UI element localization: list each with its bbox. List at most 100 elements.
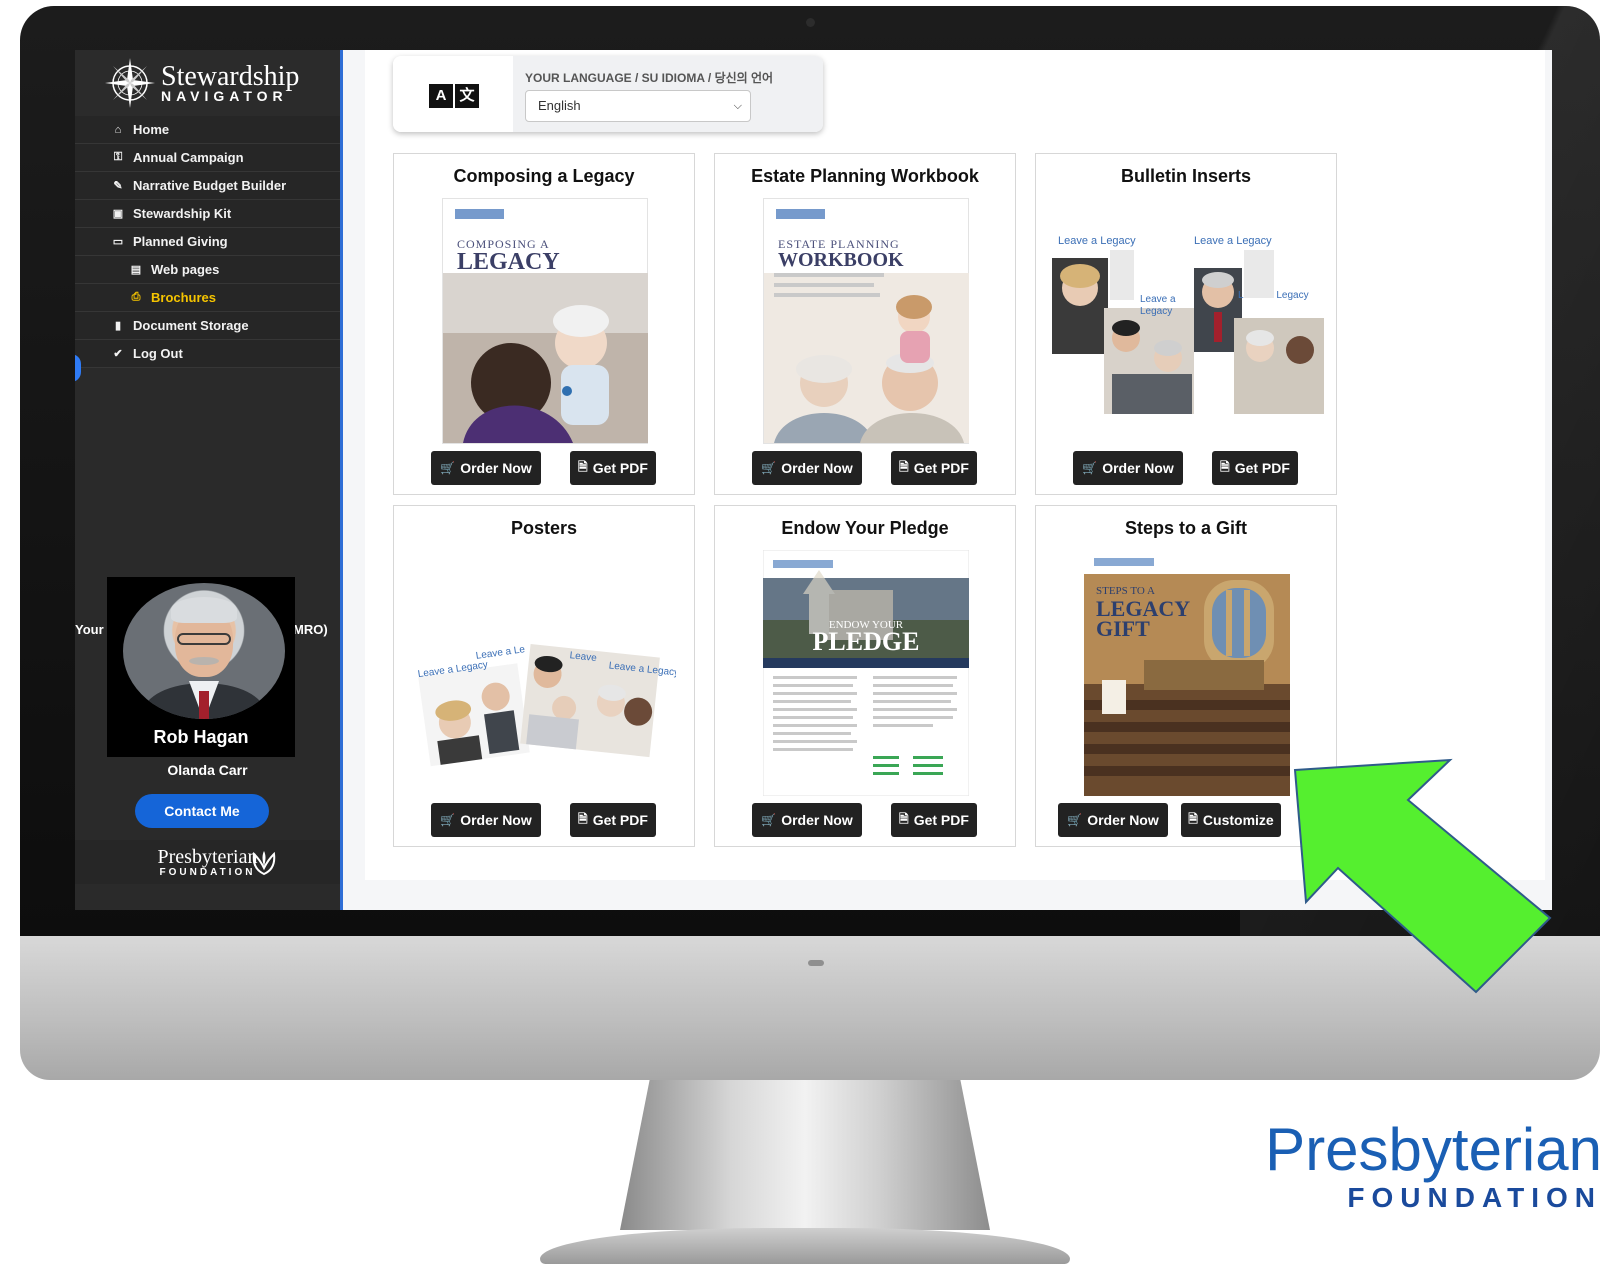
camera-dot (806, 18, 815, 27)
sidebar-item-label: Annual Campaign (133, 150, 244, 165)
cover-title-large: PLEDGE (813, 627, 920, 656)
cart-icon: 🛒 (761, 461, 777, 475)
profile-subname: Olanda Carr (167, 762, 248, 778)
card-title: Posters (510, 518, 578, 538)
home-icon: ⌂ (114, 123, 122, 136)
customize-button[interactable]: 🗎 Customize (1181, 803, 1281, 837)
card-title: Steps to a Gift (1124, 518, 1247, 538)
avatar (123, 583, 285, 719)
language-select[interactable]: English ⌵ (525, 90, 751, 122)
sidebar: Stewardship NAVIGATOR ⌂ Home ⚿ Annual Camp… (75, 50, 340, 910)
pdf-file-icon: 🗎 (578, 811, 588, 826)
sidebar-item-label: Brochures (151, 290, 217, 305)
cover-title-large: WORKBOOK (778, 249, 904, 271)
pdf-file-icon: 🗎 (1188, 811, 1198, 826)
brochure-card-estate-planning-workbook: Estate Planning Workbook ESTATE PLANNING… (714, 153, 1016, 495)
insert-caption-1: Leave a Legacy (1058, 235, 1136, 247)
card-title: Endow Your Pledge (781, 518, 949, 538)
order-now-button[interactable]: 🛒 Order Now (1073, 451, 1183, 485)
bulletin-inserts-image[interactable]: Leave a Legacy Leave a Legacy Leave a Le… (1048, 198, 1328, 444)
sidebar-item-label: Home (133, 122, 170, 137)
insert-caption-2: Leave a Legacy (1194, 235, 1272, 247)
cart-icon: 🛒 (440, 461, 456, 475)
brochure-cover-image[interactable]: ESTATE PLANNING WORKBOOK (763, 198, 969, 444)
cart-icon: 🛒 (761, 813, 777, 827)
shield-check-icon: ✔ (113, 348, 123, 360)
posters-image[interactable]: Leave a Legacy Leave a Le Leave Leave a … (414, 550, 676, 796)
get-pdf-button[interactable]: 🗎 Get PDF (891, 803, 977, 837)
watermark-line1: Presbyterian (1265, 1116, 1602, 1183)
brochure-cover-image[interactable]: STEPS TO A LEGACY GIFT (1084, 550, 1290, 796)
bookmark-icon: ▮ (114, 320, 122, 332)
green-arrow-annotation (1293, 758, 1552, 994)
sidebar-foundation-logo[interactable]: Presbyterian FOUNDATION (75, 840, 340, 884)
sidebar-item-home[interactable]: ⌂ Home (75, 116, 340, 144)
sidebar-item-document-storage[interactable]: ▮ Document Storage (75, 312, 340, 340)
calendar-icon: ▭ (112, 236, 124, 248)
brochure-card-composing-a-legacy: Composing a Legacy COMPOSING A LEGACY 🛒 … (393, 153, 695, 495)
cart-icon: 🛒 (1082, 461, 1098, 475)
sidebar-item-narrative-budget-builder[interactable]: ✎ Narrative Budget Builder (75, 172, 340, 200)
sidebar-item-log-out[interactable]: ✔ Log Out (75, 340, 340, 368)
cart-icon: 🛒 (1067, 813, 1083, 827)
foundation-logo-line1: Presbyterian (157, 846, 258, 868)
pdf-file-icon: 🗎 (899, 811, 909, 826)
sidebar-item-label: Log Out (133, 346, 183, 361)
language-label: YOUR LANGUAGE / SU IDIOMA / 당신의 언어 (525, 71, 774, 85)
brochure-card-posters: Posters Leave a Legacy Leave a Le Leave … (393, 505, 695, 847)
order-now-button[interactable]: 🛒 Order Now (752, 803, 862, 837)
order-now-button[interactable]: 🛒 Order Now (431, 451, 541, 485)
sidebar-item-planned-giving[interactable]: ▭ Planned Giving (75, 228, 340, 256)
pdf-file-icon: 🗎 (1220, 459, 1230, 474)
window-icon: ▤ (130, 264, 142, 276)
images-icon: ▣ (112, 208, 124, 220)
language-selected-value: English (538, 98, 581, 113)
chevron-down-icon: ⌵ (733, 100, 742, 112)
presbyterian-foundation-watermark: Presbyterian FOUNDATION (1262, 1120, 1602, 1214)
monitor-stand-neck (620, 1080, 990, 1230)
sidebar-item-label: Stewardship Kit (133, 206, 232, 221)
key-icon: ⚿ (113, 151, 123, 163)
pdf-file-icon: 🗎 (899, 459, 909, 474)
card-title: Bulletin Inserts (1120, 166, 1252, 186)
brand-name: Stewardship (161, 61, 300, 92)
svg-text:Leave a: Leave a (1140, 294, 1176, 305)
sidebar-item-label: Web pages (151, 262, 220, 277)
get-pdf-button[interactable]: 🗎 Get PDF (570, 803, 656, 837)
profile-card: Rob Hagan (107, 577, 295, 757)
brochure-card-bulletin-inserts: Bulletin Inserts Leave a Legacy Leave a … (1035, 153, 1337, 495)
sidebar-item-label: Planned Giving (133, 234, 228, 249)
sidebar-item-brochures[interactable]: ⎙ Brochures (75, 284, 340, 312)
get-pdf-button[interactable]: 🗎 Get PDF (1212, 451, 1298, 485)
translate-icon: A 文 (429, 84, 479, 108)
pdf-file-icon: 🗎 (578, 459, 588, 474)
language-selector-panel: A 文 YOUR LANGUAGE / SU IDIOMA / 당신의 언어 E… (393, 56, 823, 132)
order-now-button[interactable]: 🛒 Order Now (431, 803, 541, 837)
card-title: Estate Planning Workbook (751, 166, 979, 186)
sidebar-item-web-pages[interactable]: ▤ Web pages (75, 256, 340, 284)
profile-row-left-text: Your (75, 622, 104, 637)
get-pdf-button[interactable]: 🗎 Get PDF (891, 451, 977, 485)
print-icon: ⎙ (131, 291, 141, 303)
monitor-stand-base (540, 1228, 1070, 1264)
translate-icon-cell: A 文 (393, 56, 513, 132)
card-title: Composing a Legacy (453, 166, 635, 186)
sidebar-item-annual-campaign[interactable]: ⚿ Annual Campaign (75, 144, 340, 172)
sidebar-item-stewardship-kit[interactable]: ▣ Stewardship Kit (75, 200, 340, 228)
sidebar-item-label: Document Storage (133, 318, 249, 333)
profile-row-right-text: MRO) (293, 622, 328, 637)
contact-me-button[interactable]: Contact Me (135, 794, 269, 828)
order-now-button[interactable]: 🛒 Order Now (752, 451, 862, 485)
cart-icon: 🛒 (440, 813, 456, 827)
compass-icon (105, 58, 155, 108)
brand-logo[interactable]: Stewardship NAVIGATOR (75, 50, 340, 116)
foundation-logo-line2: FOUNDATION (159, 867, 256, 878)
get-pdf-button[interactable]: 🗎 Get PDF (570, 451, 656, 485)
foundation-emblem-icon (252, 851, 276, 876)
sidebar-item-label: Narrative Budget Builder (133, 178, 287, 193)
svg-text:GIFT: GIFT (1096, 616, 1150, 641)
monitor-mockup: Stewardship NAVIGATOR ⌂ Home ⚿ Annual Camp… (0, 0, 1610, 1264)
brochure-cover-image[interactable]: ENDOW YOUR PLEDGE (763, 550, 969, 796)
brochure-cover-image[interactable]: COMPOSING A LEGACY (442, 198, 648, 444)
order-now-button[interactable]: 🛒 Order Now (1058, 803, 1168, 837)
